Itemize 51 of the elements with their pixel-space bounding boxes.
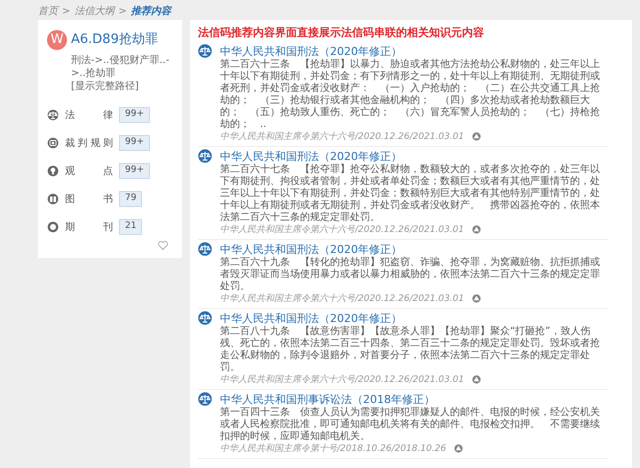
document-title-link[interactable]: 中华人民共和国刑法（2020年修正）	[220, 44, 402, 58]
breadcrumb-link[interactable]: 法信大纲	[74, 4, 114, 18]
document-title-link[interactable]: 中华人民共和国刑法（2020年修正）	[220, 310, 402, 326]
camera-icon	[47, 137, 59, 149]
breadcrumb-separator: >	[118, 4, 127, 18]
count-badge: 99+	[119, 135, 150, 151]
article-text: 第二百六十七条 【抢夺罪】抢夺公私财物，数额较大的，或者多次抢夺的，处三年以下有期徒刑、拘役或者管制，并处或者单处罚金；数额巨大或者有其他严重情节的，处三年以上十年以下有期徒刑，并处罚金；数额特别巨大或者有其他特别严重情节的，处十年以上有期徒刑或者无期徒刑，并处罚金或者没收财产。 携带凶器抢夺的，依照本法第二百六十三条的规定定罪处罚。	[220, 164, 601, 224]
scale-icon	[198, 392, 212, 406]
category-link[interactable]: 图 书	[65, 192, 113, 206]
document-title-link[interactable]: 中华人民共和国刑法（2020年修正）	[220, 148, 402, 164]
up-arrow-icon[interactable]	[472, 375, 482, 384]
count-badge: 99+	[119, 163, 150, 179]
up-arrow-icon[interactable]	[472, 132, 482, 141]
book-icon	[47, 193, 59, 205]
count-badge: 79	[119, 191, 142, 207]
source-line: 中华人民共和国主席令第六十六号/2020.12.26/2021.03.01	[220, 130, 464, 142]
source-line: 中华人民共和国主席令第六十六号/2020.12.26/2021.03.01	[220, 374, 464, 386]
count-badge: 21	[119, 219, 142, 235]
category-link[interactable]: 期 刊	[65, 220, 113, 234]
article-text: 第二百六十三条 【抢劫罪】以暴力、胁迫或者其他方法抢劫公私财物的，处三年以上十年以下有期徒刑，并处罚金；有下列情形之一的，处十年以上有期徒刑、无期徒刑或者死刑，并处罚金或者没收财产： （一）入户抢劫的； （二）在公共交通工具上抢劫的； （三）抢劫银行或者其他金融机构的； （四）多次抢劫或者抢劫数额巨大的； （五）抢劫致人重伤、死亡的； （六）冒充军警人员抢劫的； （七）持枪抢劫的； ..	[220, 58, 601, 130]
article-text: 第一百四十三条 侦查人员认为需要扣押犯罪嫌疑人的邮件、电报的时候，经公安机关或者人民检察院批准，即可通知邮电机关将有关的邮件、电报检交扣押。 不需要继续扣押的时候，应即通知邮电机关。	[220, 406, 601, 442]
scale-icon	[198, 149, 212, 163]
breadcrumb-separator: >	[62, 4, 70, 18]
ring-icon	[47, 221, 59, 233]
up-arrow-icon[interactable]	[472, 225, 482, 234]
show-full-path-link[interactable]: [显示完整路径]	[71, 80, 176, 93]
document-title-link[interactable]: 中华人民共和国刑法（2020年修正）	[220, 242, 402, 256]
avatar: W	[47, 30, 67, 50]
source-line: 中华人民共和国主席令第六十六号/2020.12.26/2021.03.01	[220, 292, 464, 304]
category-link[interactable]: 裁判规则	[65, 136, 113, 150]
category-link[interactable]: 法 律	[65, 108, 113, 122]
scale-icon	[47, 109, 59, 121]
up-arrow-icon[interactable]	[472, 294, 482, 303]
source-line: 中华人民共和国主席令第十号/2018.10.26/2018.10.26	[220, 442, 446, 454]
lightbulb-icon	[47, 165, 59, 177]
document-title-link[interactable]: 中华人民共和国刑事诉讼法（2018年修正）	[220, 392, 435, 406]
heart-icon[interactable]	[158, 241, 168, 250]
scale-icon	[198, 242, 212, 256]
breadcrumb-link[interactable]: 首页	[38, 4, 58, 18]
category-title: A6.D89抢劫罪	[71, 31, 158, 50]
article-text: 第二百六十九条 【转化的抢劫罪】犯盗窃、诈骗、抢夺罪，为窝藏赃物、抗拒抓捕或者毁灭罪证而当场使用暴力或者以暴力相威胁的，依照本法第二百六十三条的规定定罪处罚。	[220, 256, 601, 292]
count-badge: 99+	[119, 107, 150, 123]
breadcrumb-current: 推荐内容	[130, 4, 171, 18]
source-line: 中华人民共和国主席令第六十六号/2020.12.26/2021.03.01	[220, 224, 464, 236]
headline: 法信码推荐内容界面直接展示法信码串联的相关知识元内容	[198, 25, 485, 41]
scale-icon	[198, 311, 212, 325]
category-link[interactable]: 观 点	[65, 164, 113, 178]
category-path: 刑法->..侵犯财产罪..->..抢劫罪	[71, 54, 170, 80]
scale-icon	[198, 44, 212, 58]
up-arrow-icon[interactable]	[454, 444, 464, 453]
article-text: 第二百八十九条 【故意伤害罪】【故意杀人罪】【抢劫罪】聚众“打砸抢”，致人伤残、死亡的，依照本法第二百三十四条、第二百三十二条的规定定罪处罚。毁坏或者抢走公私财物的，除判令退赔外，对首要分子，依照本法第二百六十三条的规定定罪处罚。	[220, 326, 601, 374]
